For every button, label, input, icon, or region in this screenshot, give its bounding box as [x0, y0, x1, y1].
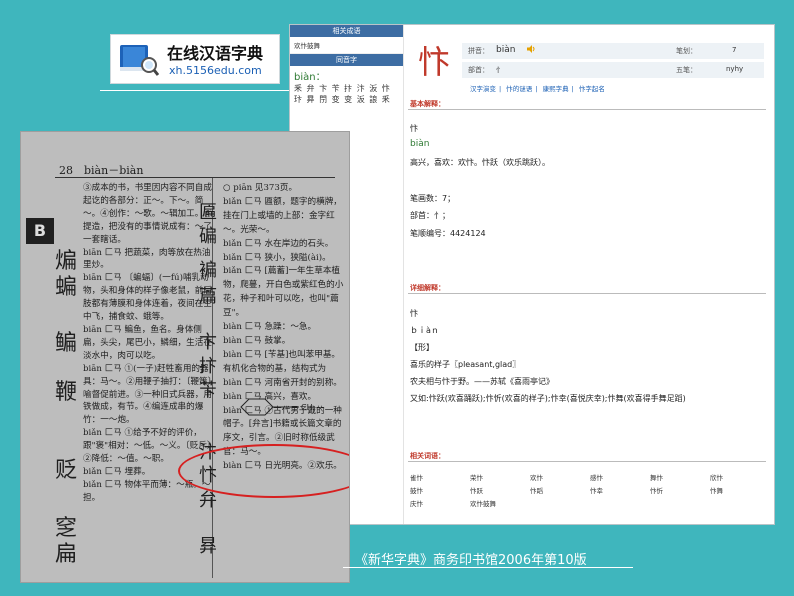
svg-text:CH₂—: CH₂— [301, 403, 324, 412]
related-word[interactable]: 鼓忭 [410, 485, 423, 495]
nav-link-riddle[interactable]: 忭的谜语 [506, 85, 532, 93]
site-name: 在线汉语字典 [167, 44, 264, 63]
detail-line: 又如:忭跃(欢喜踊跃);忭忻(欢喜的样子);忭幸(喜悦庆幸);忭舞(欢喜得手舞足… [410, 394, 686, 403]
nav-link-evolution[interactable]: 汉字演变 [470, 85, 496, 93]
basic-line: 高兴，喜欢：欢忭。忭跃（欢乐跳跃）。 [410, 158, 550, 167]
nav-link-kangxi[interactable]: 康熙字典 [543, 85, 569, 93]
related-word[interactable]: 感忭 [590, 472, 603, 482]
letter-tab: B [26, 218, 54, 244]
detail-line: 忭 [410, 309, 418, 318]
bihua-value: 7 [732, 46, 737, 54]
site-url: xh.5156edu.com [169, 64, 262, 77]
related-header: 相关词语： [410, 452, 445, 460]
basic-line: 部首：忄； [410, 211, 450, 220]
detail-line: 喜乐的样子〖pleasant,glad〗 [410, 360, 521, 369]
detail-line: 【形】 [410, 343, 434, 352]
related-word[interactable]: 欢忭 [530, 472, 543, 482]
pinyin-value: biàn [496, 45, 516, 55]
online-dictionary-screenshot: 相关成语 欢忭鼓舞 同音字 biàn： 釆 弁 卞 苄 抃 汴 汳 忭 玣 昪 … [289, 24, 775, 525]
entry-main: 忭 拼音： biàn 笔划： 7 部首： 忄 五笔： nyhy 汉字演变 | 忭的… [404, 25, 774, 524]
pinyin-label: 拼音： [468, 47, 489, 55]
basic-line: biàn [410, 139, 430, 149]
printed-dictionary-photo: 28 biàn－biàn B ③成本的书，书里因内容不同自成起讫的各部分：正～。… [20, 131, 350, 583]
related-word[interactable]: 忭舞 [710, 485, 723, 495]
related-word[interactable]: 荣忭 [470, 472, 483, 482]
idiom-header: 相关成语 [290, 25, 403, 37]
basic-line: 笔画数：7； [410, 194, 456, 203]
bihua-label: 笔划： [676, 47, 697, 55]
related-word[interactable]: 庆忭 [410, 498, 423, 508]
photo-left-definitions: ③成本的书，书里因内容不同自成起讫的各部分：正～。下～。简～。④创作：～歌。～辑… [83, 183, 212, 503]
dictionary-book-icon [120, 45, 159, 76]
pointer-line [100, 90, 290, 91]
basic-header: 基本解释： [410, 100, 445, 108]
basic-line: 笔顺编号：4424124 [410, 229, 486, 238]
homophone-pinyin: biàn： [294, 72, 326, 83]
photo-page-header: 28 biàn－biàn [59, 164, 144, 177]
related-word[interactable]: 舞忭 [650, 472, 663, 482]
idiom-link[interactable]: 欢忭鼓舞 [290, 37, 403, 54]
entry-info-table: 拼音： biàn 笔划： 7 部首： 忄 五笔： nyhy [462, 41, 764, 79]
nav-link-naming[interactable]: 忭字起名 [579, 85, 605, 93]
related-word[interactable]: 雀忭 [410, 472, 423, 482]
speaker-icon[interactable] [526, 44, 536, 54]
basic-line: 忭 [410, 124, 418, 133]
related-word[interactable]: 忭跃 [470, 485, 483, 495]
detail-header: 详细解释： [410, 284, 445, 292]
entry-character: 忭 [418, 43, 451, 81]
bushou-label: 部首： [468, 66, 489, 74]
homophone-header: 同音字 [290, 54, 403, 66]
source-caption: 《新华字典》商务印书馆2006年第10版 [355, 553, 587, 568]
wubi-value: nyhy [726, 65, 744, 73]
entry-nav-links: 汉字演变 | 忭的谜语 | 康熙字典 | 忭字起名 [470, 85, 605, 93]
detail-line: 农夫相与忭于野。——苏轼《喜雨亭记》 [410, 377, 554, 386]
wubi-label: 五笔： [676, 66, 697, 74]
bushou-value: 忄 [496, 66, 503, 74]
site-logo: 在线汉语字典 xh.5156edu.com [110, 34, 280, 84]
related-word[interactable]: 欢忭鼓舞 [470, 498, 496, 508]
related-word[interactable]: 忭幸 [590, 485, 603, 495]
caption-underline [343, 567, 633, 568]
homophone-characters[interactable]: 釆 弁 卞 苄 抃 汴 汳 忭 玣 昪 閅 变 变 汳 誏 釆 [290, 83, 398, 105]
related-word[interactable]: 欣忭 [710, 472, 723, 482]
benzyl-structure-diagram: CH₂— [240, 398, 324, 416]
photo-right-definitions: ○ piān 见373页。 biǎn 匚ㄢ 匾额，题字的横牌，挂在门上或墙的上部… [223, 183, 344, 472]
related-word[interactable]: 忭忻 [650, 485, 663, 495]
related-word[interactable]: 忭蹈 [530, 485, 543, 495]
detail-line: ｂｉàｎ [410, 326, 439, 335]
